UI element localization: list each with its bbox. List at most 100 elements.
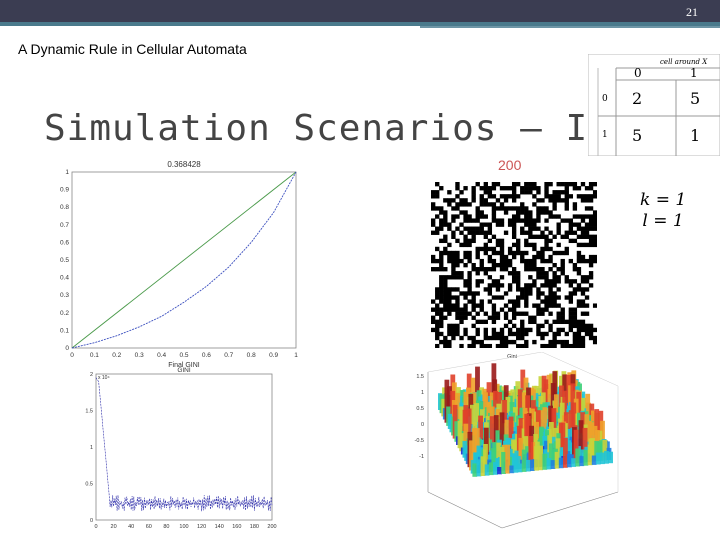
grid-cell bbox=[572, 331, 578, 337]
gini-time-chart: GINI 0 20 40 60 80 100 120 140 160 180 200 0 0.5 1 1.5 2… bbox=[85, 367, 276, 530]
grid-cell bbox=[447, 299, 452, 304]
grid-cell bbox=[467, 230, 472, 235]
grid-cell bbox=[471, 262, 476, 268]
grid-cell bbox=[556, 339, 561, 345]
grid-cell bbox=[499, 238, 505, 244]
grid-cell bbox=[576, 287, 582, 292]
grid-cell bbox=[455, 186, 460, 191]
grid-cell bbox=[516, 210, 521, 215]
grid-cell bbox=[483, 250, 488, 256]
grid-cell bbox=[495, 331, 501, 337]
grid-cell bbox=[548, 238, 553, 244]
grid-cell bbox=[544, 299, 549, 304]
grid-cell bbox=[503, 267, 509, 272]
grid-cell bbox=[556, 190, 561, 195]
grid-cell bbox=[447, 222, 452, 227]
surface-patch bbox=[493, 462, 498, 475]
x-tick-label: 40 bbox=[128, 524, 134, 530]
grid-cell bbox=[556, 267, 561, 272]
grid-cell bbox=[516, 327, 521, 333]
grid-cell bbox=[584, 226, 590, 231]
grid-cell bbox=[439, 295, 444, 300]
grid-cell bbox=[548, 258, 553, 264]
grid-cell bbox=[564, 246, 569, 252]
x-tick-label: 0.7 bbox=[224, 352, 233, 359]
grid-cell bbox=[507, 331, 513, 337]
surface-patch bbox=[571, 458, 576, 467]
x-tick-label: 0.3 bbox=[135, 352, 144, 359]
grid-cell bbox=[548, 246, 553, 252]
grid-cell bbox=[487, 222, 493, 227]
grid-cell bbox=[516, 303, 521, 308]
grid-cell bbox=[568, 258, 574, 264]
grid-cell bbox=[532, 202, 537, 207]
grid-cell bbox=[459, 258, 464, 264]
grid-cell bbox=[532, 222, 537, 227]
grid-cell bbox=[588, 335, 594, 341]
y-tick-label: 0 bbox=[65, 345, 69, 352]
grid-cell bbox=[499, 258, 505, 264]
grid-cell bbox=[548, 343, 553, 348]
grid-cell bbox=[483, 246, 488, 252]
grid-cell bbox=[495, 295, 501, 300]
grid-cell bbox=[499, 254, 505, 260]
grid-cell bbox=[552, 291, 557, 296]
grid-cell bbox=[511, 271, 517, 276]
grid-cell bbox=[588, 206, 594, 211]
grid-cell bbox=[487, 283, 493, 288]
grid-cell bbox=[471, 186, 476, 191]
grid-cell bbox=[524, 311, 529, 316]
y-tick-label: 0.1 bbox=[60, 327, 69, 334]
grid-cell bbox=[536, 190, 541, 195]
grid-cell bbox=[576, 242, 582, 248]
grid-cell bbox=[572, 238, 578, 244]
grid-cell bbox=[532, 218, 537, 223]
grid-cell bbox=[507, 250, 513, 256]
grid-cell bbox=[467, 238, 472, 244]
grid-cell bbox=[479, 202, 484, 207]
grid-cell bbox=[479, 194, 484, 199]
y-axis bbox=[427, 491, 503, 529]
grid-cell bbox=[463, 234, 468, 239]
grid-cell bbox=[447, 311, 452, 316]
grid-cell bbox=[467, 291, 472, 296]
grid-cell bbox=[447, 327, 452, 333]
grid-cell bbox=[467, 311, 472, 316]
grid-cell bbox=[475, 206, 480, 211]
grid-cell bbox=[471, 238, 476, 244]
grid-cell bbox=[435, 323, 440, 329]
grid-cell bbox=[435, 230, 440, 235]
grid-cell bbox=[592, 234, 597, 239]
grid-cell bbox=[431, 267, 436, 272]
grid-cell bbox=[467, 279, 472, 284]
grid-cell bbox=[548, 323, 553, 329]
grid-cell bbox=[524, 210, 529, 215]
grid-cell bbox=[560, 311, 565, 316]
grid-cell bbox=[560, 319, 565, 325]
grid-cell bbox=[447, 242, 452, 248]
grid-cell bbox=[491, 295, 497, 300]
grid-cell bbox=[584, 303, 590, 308]
surface-patch bbox=[579, 456, 585, 467]
grid-cell bbox=[544, 238, 549, 244]
grid-cell bbox=[576, 214, 582, 219]
grid-cell bbox=[479, 307, 484, 312]
grid-cell bbox=[528, 182, 533, 187]
grid-cell bbox=[491, 182, 497, 187]
grid-cell bbox=[536, 210, 541, 215]
x-tick-label: 160 bbox=[232, 524, 241, 530]
grid-cell bbox=[548, 283, 553, 288]
grid-cell bbox=[475, 331, 480, 337]
grid-cell bbox=[487, 230, 493, 235]
grid-cell bbox=[548, 194, 553, 199]
grid-cell bbox=[511, 194, 517, 199]
grid-cell bbox=[548, 279, 553, 284]
grid-cell bbox=[463, 210, 468, 215]
grid-cell bbox=[524, 206, 529, 211]
grid-cell bbox=[536, 267, 541, 272]
grid-cell bbox=[584, 279, 590, 284]
grid-cell bbox=[560, 271, 565, 276]
grid-cell bbox=[511, 339, 517, 345]
grid-cell bbox=[511, 279, 517, 284]
grid-cell bbox=[544, 186, 549, 191]
